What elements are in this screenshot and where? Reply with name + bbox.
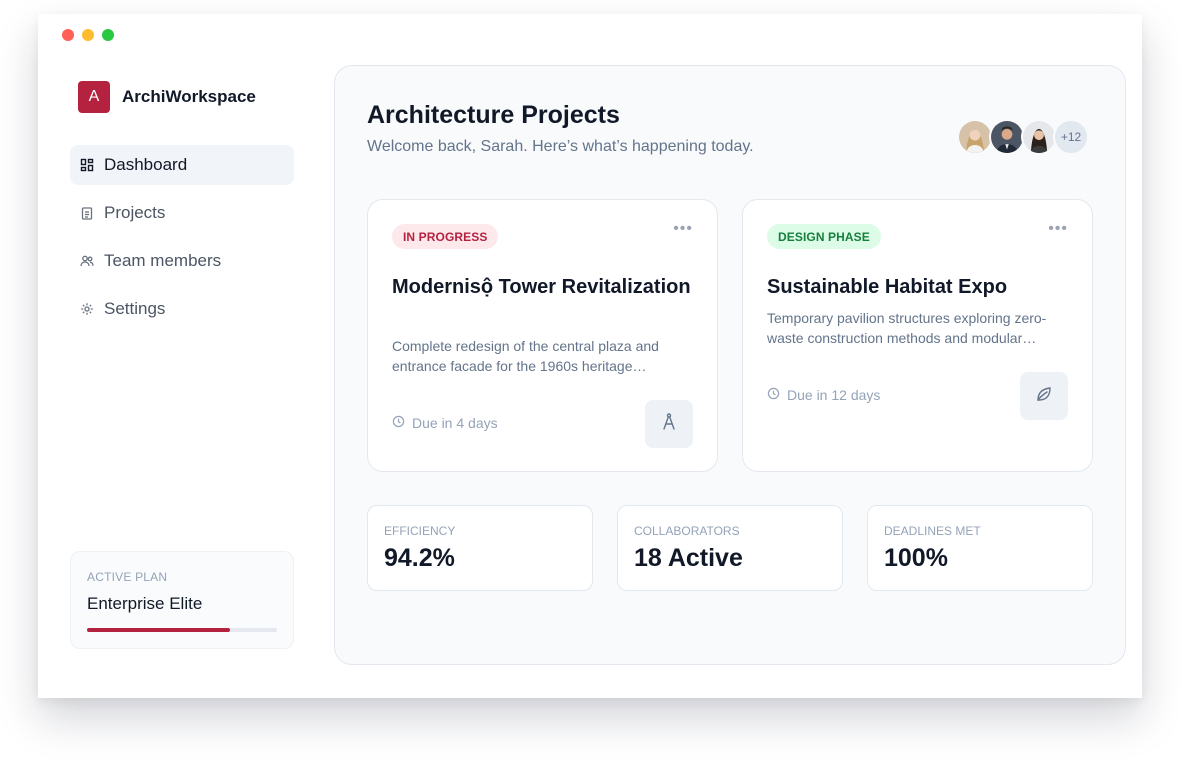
stat-value: 18 Active <box>634 544 743 572</box>
app-window: A ArchiWorkspace Dashboard Projects Team… <box>38 14 1142 698</box>
due-date: Due in 12 days <box>767 387 880 403</box>
main-panel: Architecture Projects Welcome back, Sara… <box>334 65 1126 665</box>
clock-icon <box>767 387 780 403</box>
due-label: Due in 12 days <box>787 387 881 403</box>
more-options-icon[interactable]: ••• <box>673 220 693 238</box>
status-badge: DESIGN PHASE <box>767 224 881 249</box>
project-icon-button[interactable] <box>1020 372 1068 420</box>
project-icon-button[interactable] <box>645 400 693 448</box>
sidebar-item-label: Projects <box>104 203 166 222</box>
sidebar-item-dashboard[interactable]: Dashboard <box>70 145 294 185</box>
stat-card-efficiency: EFFICIENCY 94.2% <box>367 505 593 591</box>
page-subtitle: Welcome back, Sarah. Here’s what’s happe… <box>367 138 754 155</box>
gear-icon <box>80 302 94 316</box>
stat-card-deadlines-met: DEADLINES MET 100% <box>867 505 1093 591</box>
due-date: Due in 4 days <box>392 415 498 431</box>
project-description: Complete redesign of the central plaza a… <box>392 338 659 374</box>
more-options-icon[interactable]: ••• <box>1048 220 1068 238</box>
sidebar-item-team-members[interactable]: Team members <box>70 241 294 281</box>
brand-logo: A <box>78 81 110 113</box>
stat-label: COLLABORATORS <box>634 524 740 538</box>
stat-value: 94.2% <box>384 544 455 572</box>
sidebar-item-label: Dashboard <box>104 155 188 174</box>
window-controls <box>62 29 114 41</box>
avatar[interactable] <box>1021 119 1057 155</box>
active-plan-card[interactable]: ACTIVE PLAN Enterprise Elite <box>70 551 294 649</box>
brand[interactable]: A ArchiWorkspace <box>78 81 256 113</box>
plan-progress-fill <box>87 628 230 632</box>
sidebar-item-settings[interactable]: Settings <box>70 289 294 329</box>
sidebar-item-label: Team members <box>104 251 222 270</box>
clipboard-icon <box>80 206 94 220</box>
status-badge: IN PROGRESS <box>392 224 499 249</box>
plan-name: Enterprise Elite <box>87 594 203 613</box>
avatar[interactable] <box>957 119 993 155</box>
project-card[interactable]: DESIGN PHASE ••• Sustainable Habitat Exp… <box>742 199 1093 472</box>
maximize-window-button[interactable] <box>102 29 114 41</box>
compass-icon <box>659 412 679 437</box>
stat-label: EFFICIENCY <box>384 524 456 538</box>
stat-label: DEADLINES MET <box>884 524 981 538</box>
page-title: Architecture Projects <box>367 101 620 129</box>
sidebar-item-label: Settings <box>104 299 166 318</box>
project-title: Sustainable Habitat Expo <box>767 276 1008 298</box>
due-label: Due in 4 days <box>412 415 498 431</box>
project-title: Modernisộ Tower Revitalization <box>392 276 691 298</box>
leaf-icon <box>1034 384 1054 409</box>
plan-progress-bar <box>87 628 277 632</box>
close-window-button[interactable] <box>62 29 74 41</box>
minimize-window-button[interactable] <box>82 29 94 41</box>
plan-label: ACTIVE PLAN <box>87 570 168 584</box>
stat-value: 100% <box>884 544 948 572</box>
stat-card-collaborators: COLLABORATORS 18 Active <box>617 505 843 591</box>
avatar[interactable] <box>989 119 1025 155</box>
users-icon <box>80 254 94 268</box>
sidebar-item-projects[interactable]: Projects <box>70 193 294 233</box>
project-description: Temporary pavilion structures exploring … <box>767 310 1047 346</box>
more-members-badge[interactable]: +12 <box>1053 119 1089 155</box>
project-card[interactable]: IN PROGRESS ••• Modernisộ Tower Revitali… <box>367 199 718 472</box>
sidebar-nav: Dashboard Projects Team members Settings <box>70 145 294 337</box>
dashboard-icon <box>80 158 94 172</box>
brand-name: ArchiWorkspace <box>122 87 256 106</box>
team-avatars[interactable]: +12 <box>957 119 1089 155</box>
clock-icon <box>392 415 405 431</box>
